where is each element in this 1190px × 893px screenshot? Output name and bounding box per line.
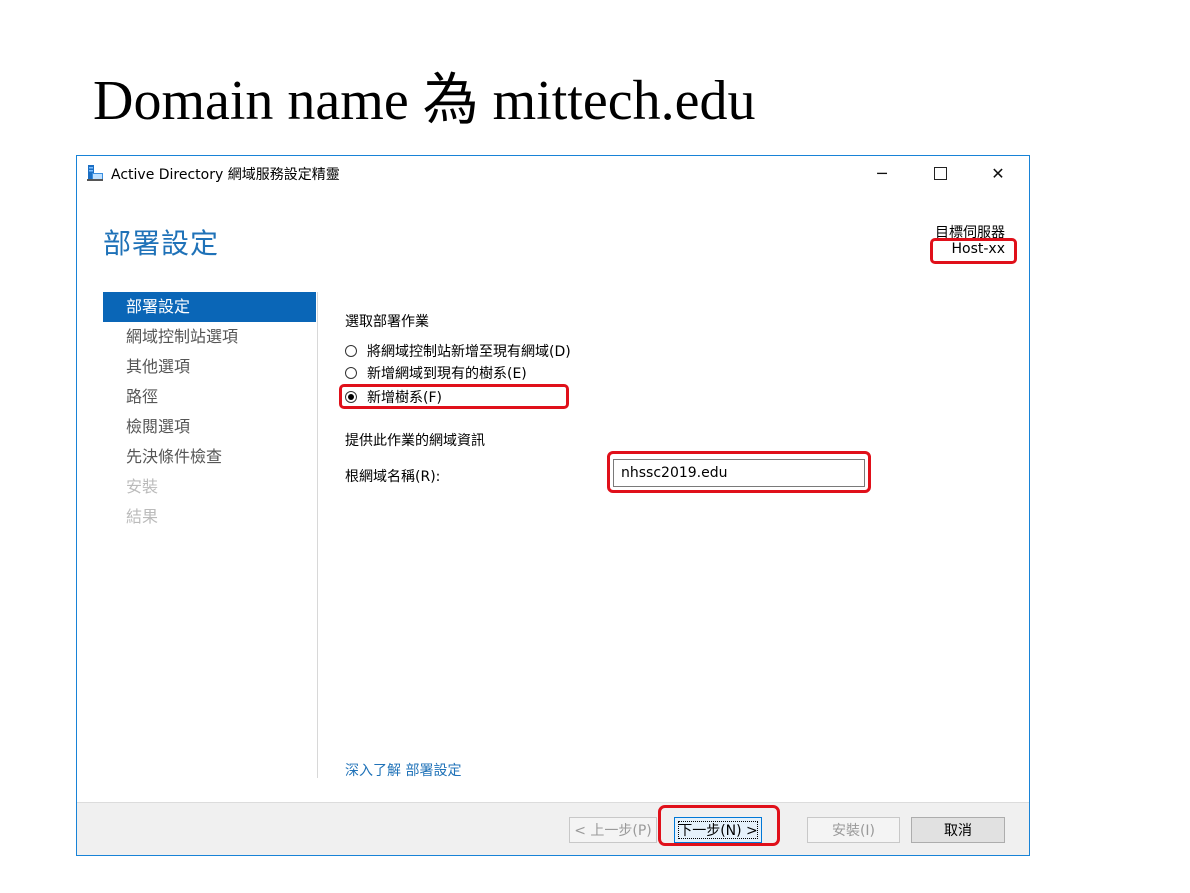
maximize-button[interactable]: [911, 156, 969, 190]
domain-info-label: 提供此作業的網域資訊: [345, 433, 485, 449]
nav-item-paths[interactable]: 路徑: [103, 382, 316, 412]
learn-more-link[interactable]: 深入了解 部署設定: [345, 760, 461, 780]
slide-title: Domain name 為 mittech.edu: [93, 70, 756, 132]
nav-item-install: 安裝: [126, 477, 159, 496]
nav-item-dc-options[interactable]: 網域控制站選項: [103, 322, 316, 352]
root-domain-label: 根網域名稱(R):: [345, 469, 441, 485]
wizard-content: 部署設定 目標伺服器 Host-xx 部署設定 網域控制站選項 其他選項 路徑 …: [77, 190, 1029, 802]
nav-item-additional-options[interactable]: 其他選項: [103, 352, 316, 382]
page-heading: 部署設定: [103, 227, 220, 260]
highlight-target-server: [930, 238, 1017, 264]
deployment-section-label: 選取部署作業: [345, 314, 429, 330]
server-manager-icon: [87, 165, 103, 181]
highlight-root-domain: [607, 451, 871, 493]
nav-item-prereq-check[interactable]: 先決條件檢查: [103, 442, 316, 472]
nav-divider: [317, 292, 318, 778]
install-button[interactable]: 安裝(I): [807, 817, 900, 843]
cancel-button[interactable]: 取消: [911, 817, 1005, 843]
nav-item-review[interactable]: 檢閱選項: [103, 412, 316, 442]
nav-item-deployment[interactable]: 部署設定: [103, 292, 316, 322]
radio-unchecked-icon: [345, 367, 357, 379]
maximize-icon: [933, 166, 947, 180]
radio-label: 新增網域到現有的樹系(E): [367, 366, 527, 382]
minimize-icon: ─: [877, 163, 887, 183]
radio-label: 將網域控制站新增至現有網域(D): [367, 344, 571, 360]
highlight-add-forest: [339, 384, 569, 409]
radio-unchecked-icon: [345, 345, 357, 357]
wizard-footer: < 上一步(P) 下一步(N) > 安裝(I) 取消: [77, 802, 1029, 855]
close-button[interactable]: ✕: [969, 156, 1027, 190]
radio-add-dc[interactable]: 將網域控制站新增至現有網域(D): [345, 341, 571, 361]
highlight-next-button: [658, 805, 780, 846]
title-bar[interactable]: Active Directory 網域服務設定精靈 ─ ✕: [77, 156, 1029, 190]
close-icon: ✕: [991, 163, 1005, 183]
window-title: Active Directory 網域服務設定精靈: [111, 167, 340, 183]
minimize-button[interactable]: ─: [853, 156, 911, 190]
back-button[interactable]: < 上一步(P): [569, 817, 657, 843]
radio-add-domain[interactable]: 新增網域到現有的樹系(E): [345, 363, 527, 383]
nav-item-results: 結果: [126, 507, 159, 526]
wizard-window: Active Directory 網域服務設定精靈 ─ ✕ 部署設定 目標伺服器…: [76, 155, 1030, 856]
wizard-nav: 部署設定 網域控制站選項 其他選項 路徑 檢閱選項 先決條件檢查 安裝 結果: [103, 292, 316, 532]
